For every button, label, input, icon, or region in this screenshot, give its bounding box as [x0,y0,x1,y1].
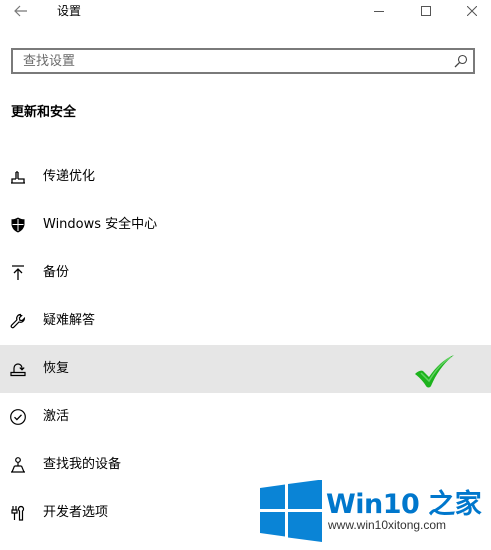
nav-item-label: 备份 [43,265,70,280]
maximize-icon [421,6,431,16]
nav-item-label: 传递优化 [43,169,96,184]
nav-item-activation[interactable]: 激活 [0,393,491,441]
find-device-icon [9,456,27,474]
watermark-logo: Win10 之家 www.win10xitong.com [258,478,491,550]
nav-item-delivery-optimization[interactable]: 传递优化 [0,153,491,201]
search-input[interactable] [13,50,453,72]
close-icon [467,6,477,16]
back-button[interactable] [11,3,31,19]
wrench-icon [9,312,27,330]
search-box[interactable] [11,48,475,74]
window-title: 设置 [57,4,82,18]
nav-item-windows-security[interactable]: Windows 安全中心 [0,201,491,249]
nav-item-label: 激活 [43,409,70,424]
minimize-button[interactable] [356,0,402,22]
nav-item-label: Windows 安全中心 [43,217,158,232]
windows-logo-icon [260,480,322,542]
recovery-icon [9,360,27,378]
nav-item-label: 查找我的设备 [43,457,122,472]
back-arrow-icon [14,5,27,17]
nav-item-label: 疑难解答 [43,313,96,328]
delivery-optimization-icon [9,168,27,186]
title-bar: 设置 [0,0,491,24]
green-checkmark-icon [415,355,454,388]
close-button[interactable] [449,0,491,22]
backup-arrow-icon [9,264,27,282]
section-heading: 更新和安全 [11,105,77,120]
check-circle-icon [9,408,27,426]
nav-item-label: 开发者选项 [43,505,109,520]
shield-icon [9,216,27,234]
watermark-brand: Win10 之家 [326,489,482,520]
minimize-icon [374,11,384,12]
nav-item-troubleshoot[interactable]: 疑难解答 [0,297,491,345]
nav-item-label: 恢复 [43,361,70,376]
developer-tools-icon [9,504,27,522]
search-icon[interactable] [453,53,469,69]
nav-item-backup[interactable]: 备份 [0,249,491,297]
watermark-url: www.win10xitong.com [328,518,447,532]
maximize-button[interactable] [403,0,449,22]
